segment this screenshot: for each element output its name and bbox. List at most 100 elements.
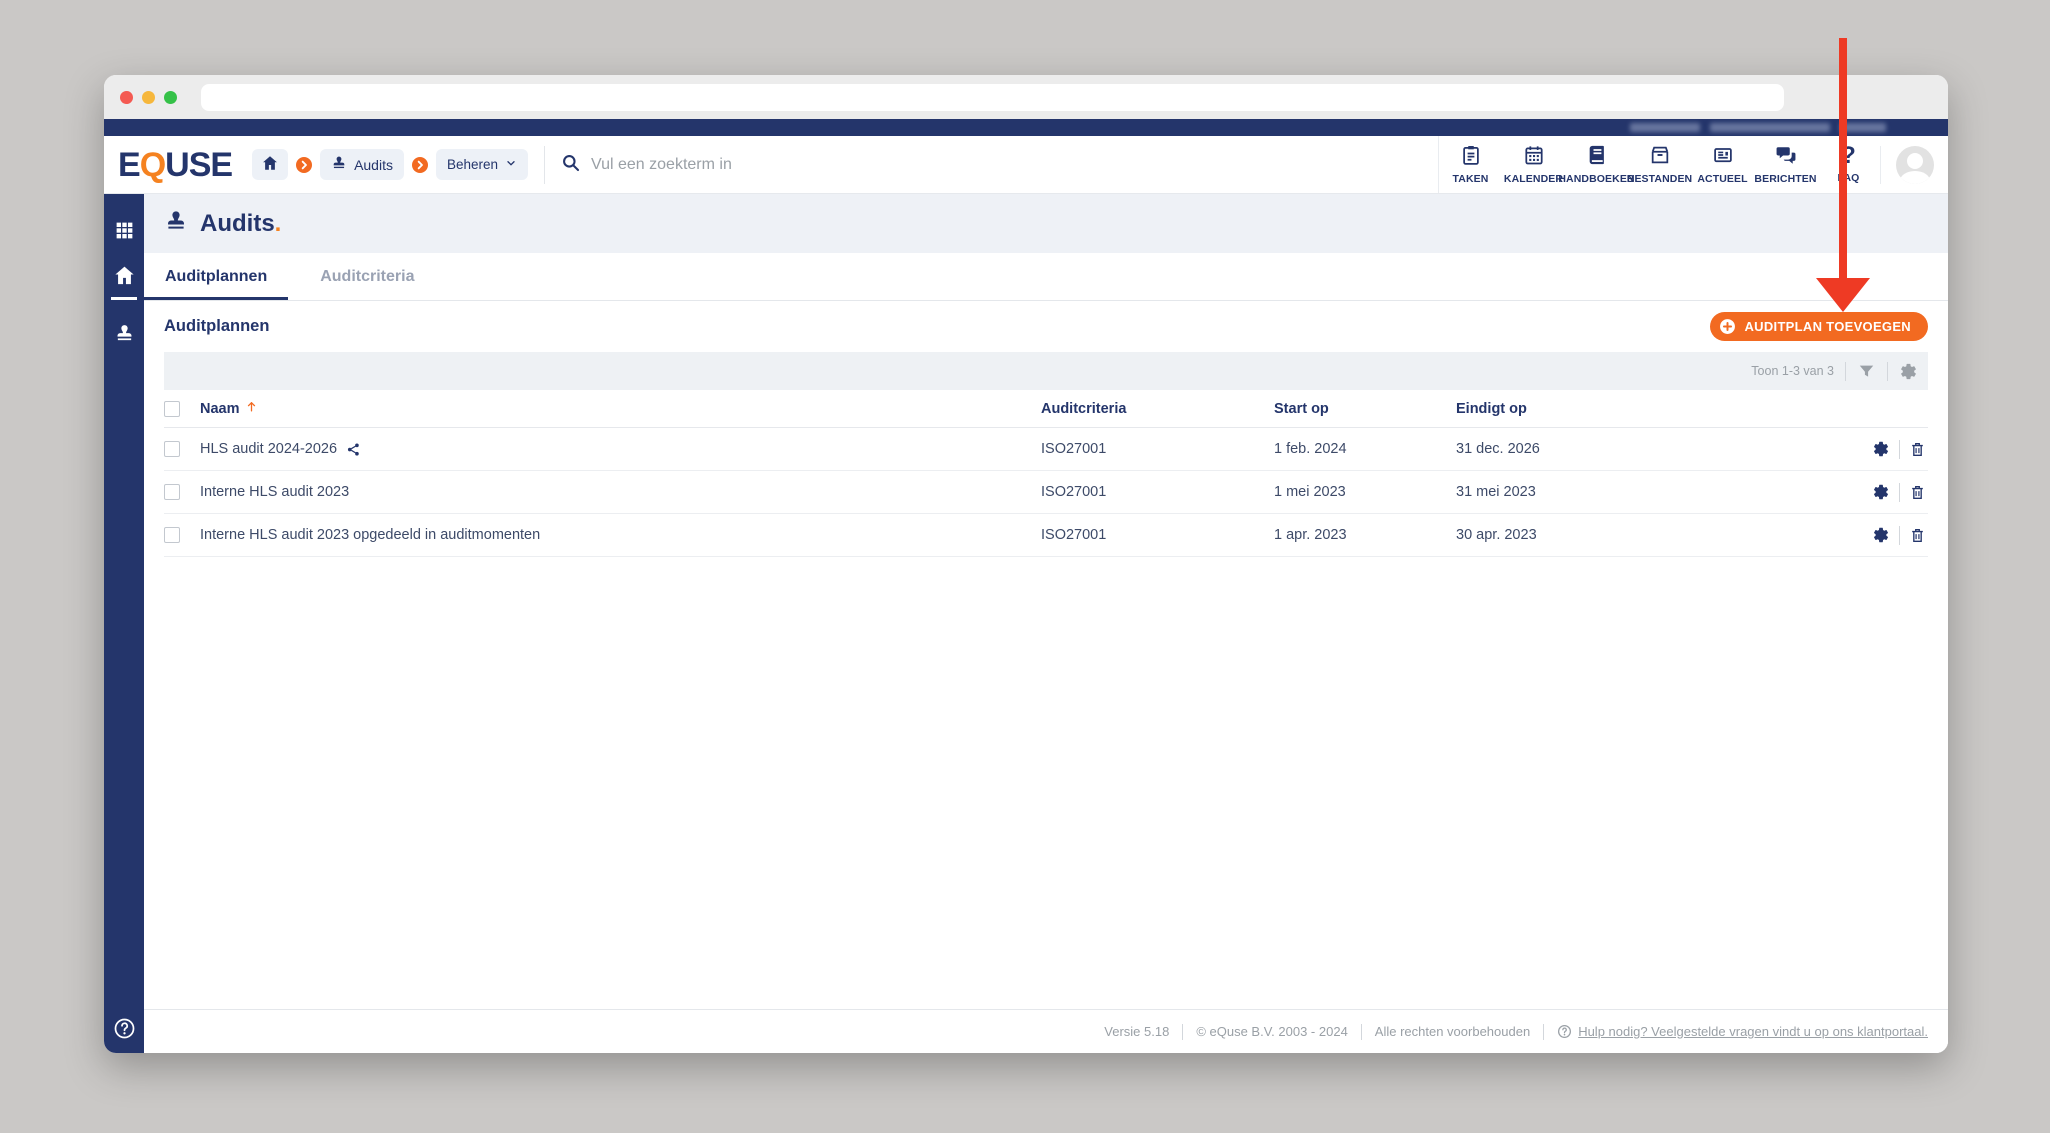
nav-item-faq[interactable]: ? FAQ bbox=[1817, 136, 1880, 193]
start-date: 1 apr. 2023 bbox=[1274, 527, 1347, 543]
breadcrumb-audits[interactable]: Audits bbox=[320, 149, 404, 180]
nav-label: KALENDER bbox=[1503, 173, 1564, 185]
stamp-icon bbox=[331, 155, 347, 174]
row-checkbox[interactable] bbox=[164, 484, 180, 500]
page-title-bar: Audits. bbox=[144, 194, 1948, 253]
caret-down-icon bbox=[505, 157, 517, 172]
close-window-button[interactable] bbox=[120, 90, 133, 104]
equse-logo[interactable]: EQUSE bbox=[118, 145, 233, 184]
help-circle-icon bbox=[1557, 1024, 1572, 1039]
app-footer: Versie 5.18 © eQuse B.V. 2003 - 2024 All… bbox=[144, 1009, 1948, 1053]
result-count: Toon 1-3 van 3 bbox=[1751, 364, 1834, 378]
row-checkbox[interactable] bbox=[164, 527, 180, 543]
column-header-start-op[interactable]: Start op bbox=[1274, 401, 1456, 417]
left-sidebar bbox=[104, 194, 144, 1053]
end-date: 31 dec. 2026 bbox=[1456, 441, 1540, 457]
gear-icon[interactable] bbox=[1872, 483, 1890, 501]
column-header-eindigt-op[interactable]: Eindigt op bbox=[1456, 401, 1832, 417]
divider bbox=[1543, 1023, 1545, 1040]
nav-label: BESTANDEN bbox=[1626, 173, 1693, 185]
gear-icon[interactable] bbox=[1872, 440, 1890, 458]
footer-rights: Alle rechten voorbehouden bbox=[1374, 1024, 1531, 1039]
auditplan-name[interactable]: Interne HLS audit 2023 opgedeeld in audi… bbox=[200, 527, 540, 543]
auditcriteria-value: ISO27001 bbox=[1041, 441, 1107, 457]
logo-q: Q bbox=[139, 145, 166, 184]
add-auditplan-button-label: AUDITPLAN TOEVOEGEN bbox=[1744, 319, 1911, 334]
breadcrumb-beheren-dropdown[interactable]: Beheren bbox=[435, 149, 529, 180]
divider bbox=[1899, 482, 1900, 502]
column-header-naam[interactable]: Naam bbox=[200, 400, 1041, 417]
gear-icon[interactable] bbox=[1899, 362, 1918, 381]
share-icon bbox=[346, 442, 361, 457]
minimize-window-button[interactable] bbox=[142, 90, 155, 104]
add-auditplan-button[interactable]: AUDITPLAN TOEVOEGEN bbox=[1710, 312, 1928, 341]
footer-copyright: © eQuse B.V. 2003 - 2024 bbox=[1196, 1024, 1348, 1039]
global-search bbox=[561, 153, 1081, 177]
redacted-user-text bbox=[1630, 123, 1886, 132]
auditplan-name[interactable]: HLS audit 2024-2026 bbox=[200, 441, 337, 457]
apps-grid-icon[interactable] bbox=[104, 220, 144, 241]
divider bbox=[1360, 1023, 1362, 1040]
stamp-icon[interactable] bbox=[104, 323, 144, 344]
page-title: Audits. bbox=[200, 209, 282, 237]
trash-icon[interactable] bbox=[1909, 441, 1926, 458]
nav-item-taken[interactable]: TAKEN bbox=[1439, 136, 1502, 193]
avatar-person-icon bbox=[1906, 152, 1923, 169]
gear-icon[interactable] bbox=[1872, 526, 1890, 544]
footer-version: Versie 5.18 bbox=[1104, 1024, 1170, 1039]
breadcrumb: Audits Beheren bbox=[252, 149, 529, 180]
funnel-icon[interactable] bbox=[1857, 362, 1876, 381]
chevron-right-icon bbox=[296, 156, 313, 173]
table-row[interactable]: Interne HLS audit 2023 opgedeeld in audi… bbox=[164, 514, 1928, 557]
nav-item-handboeken[interactable]: HANDBOEKEN bbox=[1558, 136, 1635, 193]
nav-label: HANDBOEKEN bbox=[1558, 173, 1635, 185]
screenshot-stage: EQUSE Audits Beheren Vul een zoekterm in… bbox=[0, 0, 2050, 1133]
home-icon[interactable] bbox=[104, 264, 144, 287]
nav-item-bestanden[interactable]: BESTANDEN bbox=[1626, 136, 1693, 193]
book-icon bbox=[1586, 144, 1608, 169]
user-avatar[interactable] bbox=[1895, 145, 1934, 184]
avatar-zone bbox=[1880, 145, 1948, 184]
browser-window: EQUSE Audits Beheren Vul een zoekterm in… bbox=[104, 75, 1948, 1053]
sidebar-active-indicator bbox=[111, 297, 137, 300]
tab-auditplannen[interactable]: Auditplannen bbox=[144, 253, 288, 300]
end-date: 30 apr. 2023 bbox=[1456, 527, 1537, 543]
header-divider bbox=[544, 145, 546, 184]
row-checkbox[interactable] bbox=[164, 441, 180, 457]
archive-box-icon bbox=[1649, 144, 1671, 169]
trash-icon[interactable] bbox=[1909, 484, 1926, 501]
nav-item-actueel[interactable]: ACTUEEL bbox=[1691, 136, 1754, 193]
trash-icon[interactable] bbox=[1909, 527, 1926, 544]
chevron-right-icon bbox=[411, 156, 428, 173]
section-heading: Auditplannen bbox=[164, 317, 270, 335]
app-body: Audits. Auditplannen Auditcriteria Audit… bbox=[104, 194, 1948, 1053]
table-row[interactable]: Interne HLS audit 2023 ISO27001 1 mei 20… bbox=[164, 471, 1928, 514]
divider bbox=[1182, 1023, 1184, 1040]
search-input[interactable] bbox=[591, 155, 1022, 174]
newspaper-icon bbox=[1712, 144, 1734, 169]
annotation-arrow bbox=[1839, 38, 1847, 280]
nav-item-berichten[interactable]: BERICHTEN bbox=[1754, 136, 1817, 193]
table-row[interactable]: HLS audit 2024-2026 ISO27001 1 feb. 2024… bbox=[164, 428, 1928, 471]
nav-item-kalender[interactable]: KALENDER bbox=[1502, 136, 1565, 193]
section-toolbar: Auditplannen AUDITPLAN TOEVOEGEN bbox=[144, 301, 1948, 352]
help-circle-icon[interactable] bbox=[104, 1017, 144, 1040]
window-controls bbox=[120, 90, 177, 104]
logo-suffix: USE bbox=[165, 145, 233, 184]
maximize-window-button[interactable] bbox=[164, 90, 177, 104]
end-date: 31 mei 2023 bbox=[1456, 484, 1536, 500]
nav-label: BERICHTEN bbox=[1754, 173, 1817, 185]
divider bbox=[1899, 439, 1900, 459]
tab-auditcriteria[interactable]: Auditcriteria bbox=[288, 253, 446, 300]
address-bar[interactable] bbox=[201, 83, 1784, 111]
auditplan-name[interactable]: Interne HLS audit 2023 bbox=[200, 484, 349, 500]
breadcrumb-home[interactable] bbox=[252, 149, 289, 180]
column-header-auditcriteria[interactable]: Auditcriteria bbox=[1041, 401, 1274, 417]
divider bbox=[1845, 361, 1846, 381]
chat-bubbles-icon bbox=[1775, 144, 1797, 169]
top-navigation: TAKEN KALENDER HANDBOEKEN BESTANDEN ACTU… bbox=[1438, 136, 1880, 193]
calendar-icon bbox=[1523, 144, 1545, 169]
footer-help-link[interactable]: Hulp nodig? Veelgestelde vragen vindt u … bbox=[1557, 1024, 1928, 1039]
search-icon bbox=[561, 153, 580, 177]
select-all-checkbox[interactable] bbox=[164, 400, 180, 417]
